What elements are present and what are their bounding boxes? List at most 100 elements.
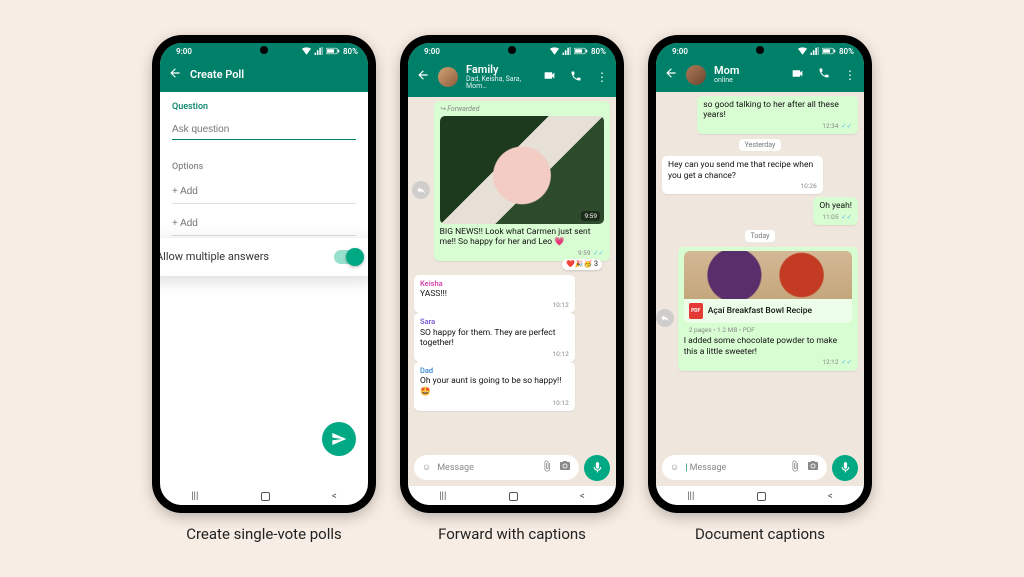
question-input[interactable] — [172, 120, 356, 140]
video-call-icon[interactable] — [791, 67, 804, 83]
status-time: 9:00 — [672, 47, 688, 56]
forwarded-label: ↪ Forwarded — [440, 105, 604, 114]
chat-title: Mom — [714, 65, 777, 77]
message-bubble[interactable]: KeishaYASS!!!10:12 — [414, 275, 575, 313]
back-arrow-icon[interactable] — [168, 66, 182, 84]
status-time: 9:00 — [176, 47, 192, 56]
phone-poll: 9:00 80% Create Poll Question Options — [152, 35, 376, 513]
message-input-bar: ☺ Message — [408, 450, 616, 486]
emoji-icon[interactable]: ☺ — [670, 462, 679, 473]
back-arrow-icon[interactable] — [416, 68, 430, 86]
sender-name: Keisha — [420, 279, 569, 288]
nav-recents-icon[interactable]: ||| — [191, 491, 198, 502]
reactions-pill[interactable]: ❤️🎉🥳 3 — [562, 259, 602, 270]
battery-icon — [326, 47, 340, 55]
camera-icon[interactable] — [807, 460, 819, 475]
document-card[interactable]: PDF Açaí Breakfast Bowl Recipe — [684, 251, 852, 323]
voice-call-icon[interactable] — [570, 70, 582, 85]
chat-avatar[interactable] — [438, 67, 458, 87]
app-bar: Family Dad, Keisha, Sara, Mom… ⋮ — [408, 58, 616, 97]
signal-icon — [562, 47, 571, 55]
camera-punch-hole — [508, 46, 516, 54]
allow-multiple-card: Allow multiple answers — [160, 238, 368, 276]
question-label: Question — [172, 102, 356, 112]
nav-back-icon[interactable]: < — [580, 491, 585, 502]
signal-icon — [314, 47, 323, 55]
mic-button[interactable] — [832, 455, 858, 481]
poll-option-add-1[interactable] — [172, 180, 356, 204]
document-title: Açaí Breakfast Bowl Recipe — [708, 306, 812, 317]
voice-call-icon[interactable] — [818, 67, 830, 82]
nav-recents-icon[interactable]: ||| — [687, 491, 694, 502]
chat-subtitle: online — [714, 77, 777, 85]
more-options-icon[interactable]: ⋮ — [596, 70, 608, 84]
message-input-bar: ☺ | Message — [656, 450, 864, 486]
date-chip: Today — [745, 230, 776, 242]
poll-option-add-2[interactable] — [172, 212, 356, 236]
android-navigation: ||| < — [160, 486, 368, 505]
camera-punch-hole — [756, 46, 764, 54]
allow-multiple-toggle[interactable] — [334, 250, 362, 264]
caption-3: Document captions — [648, 525, 872, 543]
document-message[interactable]: PDF Açaí Breakfast Bowl Recipe 2 pages •… — [678, 247, 858, 371]
message-text: YASS!!! — [420, 289, 569, 300]
toggle-label: Allow multiple answers — [160, 250, 269, 263]
camera-icon[interactable] — [559, 460, 571, 475]
timestamp: 10:12 — [420, 399, 569, 407]
phone-family-chat: 9:00 80% Family Dad, Keisha, Sara, Mom… — [400, 35, 624, 513]
forward-arrow-icon[interactable] — [656, 309, 674, 327]
status-battery: 80% — [591, 47, 606, 56]
send-poll-button[interactable] — [322, 422, 356, 456]
android-navigation: ||| < — [656, 486, 864, 505]
video-call-icon[interactable] — [543, 69, 556, 85]
chat-avatar[interactable] — [686, 65, 706, 85]
message-text: so good talking to her after all these y… — [703, 100, 852, 121]
message-bubble[interactable]: Oh yeah! 11:05 ✓✓ — [813, 197, 858, 225]
options-label: Options — [172, 162, 356, 172]
battery-icon — [822, 47, 836, 55]
nav-home-icon[interactable] — [509, 492, 518, 501]
message-text: I added some chocolate powder to make th… — [684, 336, 852, 357]
image-attachment[interactable]: 9:59 — [440, 116, 604, 224]
pdf-icon: PDF — [689, 303, 703, 319]
message-bubble[interactable]: Hey can you send me that recipe when you… — [662, 156, 823, 194]
battery-icon — [574, 47, 588, 55]
timestamp: 10:12 — [420, 301, 569, 309]
phone-mom-chat: 9:00 80% Mom online ⋮ — [648, 35, 872, 513]
wifi-icon — [550, 47, 559, 55]
nav-home-icon[interactable] — [757, 492, 766, 501]
status-battery: 80% — [839, 47, 854, 56]
message-bubble[interactable]: SaraSO happy for them. They are perfect … — [414, 313, 575, 362]
message-input[interactable]: | Message — [685, 463, 783, 473]
attach-icon[interactable] — [789, 460, 801, 475]
sender-name: Dad — [420, 366, 569, 375]
message-text: Hey can you send me that recipe when you… — [668, 160, 817, 181]
message-text: Oh yeah! — [819, 201, 852, 212]
message-bubble[interactable]: DadOh your aunt is going to be so happy!… — [414, 362, 575, 411]
image-timestamp: 9:59 — [581, 211, 600, 221]
nav-recents-icon[interactable]: ||| — [439, 491, 446, 502]
message-text: BIG NEWS!! Look what Carmen just sent me… — [440, 227, 604, 248]
signal-icon — [810, 47, 819, 55]
status-time: 9:00 — [424, 47, 440, 56]
nav-back-icon[interactable]: < — [332, 491, 337, 502]
forwarded-image-message[interactable]: ↪ Forwarded 9:59 BIG NEWS!! Look what Ca… — [434, 101, 610, 261]
mic-button[interactable] — [584, 455, 610, 481]
app-bar: Mom online ⋮ — [656, 58, 864, 92]
forward-arrow-icon[interactable] — [412, 181, 430, 199]
back-arrow-icon[interactable] — [664, 66, 678, 84]
message-bubble[interactable]: so good talking to her after all these y… — [697, 96, 858, 134]
more-options-icon[interactable]: ⋮ — [844, 68, 856, 82]
chat-subtitle: Dad, Keisha, Sara, Mom… — [466, 76, 529, 91]
message-input[interactable]: Message — [437, 463, 535, 473]
date-chip: Yesterday — [739, 139, 782, 151]
attach-icon[interactable] — [541, 460, 553, 475]
wifi-icon — [798, 47, 807, 55]
timestamp: 10:12 — [420, 350, 569, 358]
document-meta: 2 pages • 1.2 MB • PDF — [684, 326, 852, 336]
nav-back-icon[interactable]: < — [828, 491, 833, 502]
nav-home-icon[interactable] — [261, 492, 270, 501]
chat-body: ↪ Forwarded 9:59 BIG NEWS!! Look what Ca… — [408, 97, 616, 450]
chat-title: Family — [466, 64, 529, 76]
emoji-icon[interactable]: ☺ — [422, 462, 431, 473]
